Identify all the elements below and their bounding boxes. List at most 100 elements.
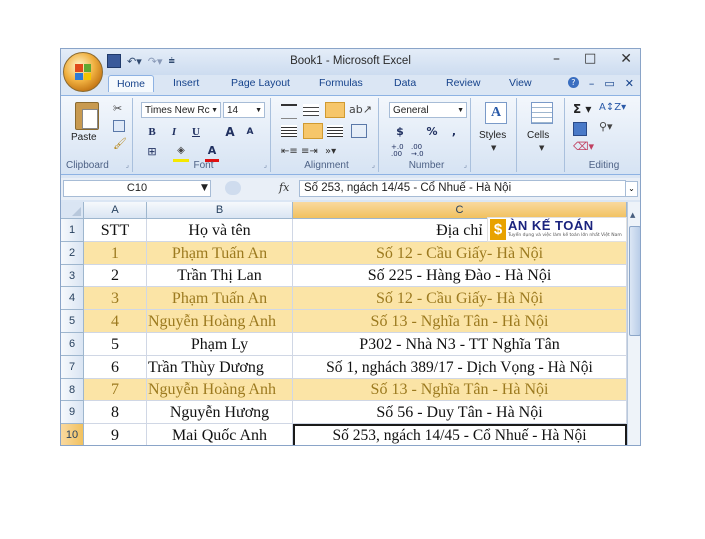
italic-button[interactable]: I	[165, 124, 183, 140]
cell-A8[interactable]: 7	[84, 379, 147, 401]
row-header[interactable]: 1	[61, 219, 84, 242]
orientation-icon[interactable]: ab↗	[349, 103, 372, 116]
row-header[interactable]: 10	[61, 424, 84, 445]
chevron-down-icon[interactable]: ▼	[201, 183, 208, 193]
scroll-up-icon[interactable]: ▲	[630, 211, 635, 219]
column-header-b[interactable]: B	[147, 202, 293, 219]
maximize-button[interactable]: □	[584, 51, 596, 67]
cell-B7[interactable]: Trần Thùy Dương	[147, 356, 293, 379]
cell-C6[interactable]: P302 - Nhà N3 - TT Nghĩa Tân	[293, 333, 627, 356]
row-header[interactable]: 5	[61, 310, 84, 333]
select-all-button[interactable]	[61, 202, 84, 219]
ribbon-minimize-icon[interactable]: –	[589, 77, 595, 90]
vertical-scrollbar[interactable]: ▲	[627, 202, 640, 445]
formula-input[interactable]: Số 253, ngách 14/45 - Cổ Nhuế - Hà Nội	[299, 180, 626, 197]
ribbon-close-icon[interactable]: ✕	[625, 77, 634, 90]
row-header[interactable]: 7	[61, 356, 84, 379]
cell-C8[interactable]: Số 13 - Nghĩa Tân - Hà Nội	[293, 379, 627, 401]
cell-A7[interactable]: 6	[84, 356, 147, 379]
merge-icon[interactable]	[351, 124, 367, 138]
cell-A10[interactable]: 9	[84, 424, 147, 445]
cell-C2[interactable]: Số 12 - Cầu Giấy- Hà Nội	[293, 242, 627, 265]
number-launcher-icon[interactable]: ⌟	[464, 161, 467, 169]
cell-B2[interactable]: Phạm Tuấn An	[147, 242, 293, 265]
cell-C10[interactable]: Số 253, ngách 14/45 - Cổ Nhuế - Hà Nội	[293, 424, 627, 445]
align-left-icon[interactable]	[281, 125, 297, 137]
decrease-indent-icon[interactable]: ⇤≡	[281, 146, 298, 157]
cell-A3[interactable]: 2	[84, 265, 147, 287]
autosum-icon[interactable]: Σ ▾	[573, 102, 591, 116]
insert-function-button[interactable]: fx	[279, 181, 289, 194]
cell-A5[interactable]: 4	[84, 310, 147, 333]
cell-B3[interactable]: Trần Thị Lan	[147, 265, 293, 287]
cell-B8[interactable]: Nguyễn Hoàng Anh	[147, 379, 293, 401]
decrease-decimal-icon[interactable]: .00 →.0	[411, 144, 424, 158]
cell-C9[interactable]: Số 56 - Duy Tân - Hà Nội	[293, 401, 627, 424]
cell-C4[interactable]: Số 12 - Cầu Giấy- Hà Nội	[293, 287, 627, 310]
font-size-select[interactable]: 14 ▼	[223, 102, 265, 118]
align-right-icon[interactable]	[327, 125, 343, 137]
increase-decimal-icon[interactable]: +.0.00	[391, 144, 404, 158]
close-button[interactable]: ✕	[620, 51, 632, 67]
row-header[interactable]: 6	[61, 333, 84, 356]
currency-button[interactable]: $	[391, 124, 409, 140]
office-button[interactable]	[63, 52, 103, 92]
row-header[interactable]: 8	[61, 379, 84, 401]
number-format-select[interactable]: General ▼	[389, 102, 467, 118]
percent-button[interactable]: %	[423, 124, 441, 140]
alignment-launcher-icon[interactable]: ⌟	[372, 161, 375, 169]
cell-C5[interactable]: Số 13 - Nghĩa Tân - Hà Nội	[293, 310, 627, 333]
cell-B6[interactable]: Phạm Ly	[147, 333, 293, 356]
cut-icon[interactable]: ✂	[113, 102, 122, 115]
cell-A1[interactable]: STT	[84, 219, 147, 242]
cell-B5[interactable]: Nguyễn Hoàng Anh	[147, 310, 293, 333]
clipboard-launcher-icon[interactable]: ⌟	[126, 161, 129, 169]
find-select-icon[interactable]: ⚲▾	[599, 120, 613, 133]
bold-button[interactable]: B	[143, 124, 161, 140]
expand-formula-icon[interactable]: ⌄	[625, 181, 638, 197]
underline-button[interactable]: U	[187, 124, 205, 140]
row-header[interactable]: 2	[61, 242, 84, 265]
wrap-text-icon[interactable]: »▾	[325, 146, 336, 157]
font-family-select[interactable]: Times New Rc ▼	[141, 102, 221, 118]
cell-B1[interactable]: Họ và tên	[147, 219, 293, 242]
copy-icon[interactable]	[113, 120, 125, 132]
align-middle-icon[interactable]	[303, 104, 319, 116]
grow-font-button[interactable]: A	[221, 124, 239, 140]
help-icon[interactable]: ?	[567, 77, 579, 88]
increase-indent-icon[interactable]: ≡⇥	[301, 146, 318, 157]
clear-icon[interactable]: ⌫▾	[573, 140, 594, 153]
format-painter-icon[interactable]: 🖌	[113, 137, 127, 150]
font-launcher-icon[interactable]: ⌟	[264, 161, 267, 169]
align-top-icon[interactable]	[281, 104, 297, 119]
cell-C3[interactable]: Số 225 - Hàng Đào - Hà Nội	[293, 265, 627, 287]
cells-icon[interactable]	[531, 102, 553, 124]
fill-icon[interactable]	[573, 122, 587, 136]
cell-B10[interactable]: Mai Quốc Anh	[147, 424, 293, 445]
cell-B9[interactable]: Nguyễn Hương	[147, 401, 293, 424]
tab-review[interactable]: Review	[446, 77, 480, 89]
cell-A6[interactable]: 5	[84, 333, 147, 356]
styles-icon[interactable]: A	[485, 102, 507, 124]
shrink-font-button[interactable]: A	[241, 124, 259, 140]
row-header[interactable]: 3	[61, 265, 84, 287]
tab-data[interactable]: Data	[394, 77, 416, 89]
sort-filter-icon[interactable]: A↕Z▾	[599, 102, 626, 113]
row-header[interactable]: 9	[61, 401, 84, 424]
tab-insert[interactable]: Insert	[173, 77, 199, 89]
cells-button[interactable]: Cells	[527, 130, 549, 141]
tab-home[interactable]: Home	[108, 75, 155, 92]
paste-button[interactable]: Paste	[71, 132, 97, 143]
cell-B4[interactable]: Phạm Tuấn An	[147, 287, 293, 310]
cell-A9[interactable]: 8	[84, 401, 147, 424]
cell-A4[interactable]: 3	[84, 287, 147, 310]
row-header[interactable]: 4	[61, 287, 84, 310]
paste-icon[interactable]	[75, 102, 99, 130]
align-bottom-icon[interactable]	[325, 102, 345, 118]
ribbon-restore-icon[interactable]: ▭	[604, 77, 614, 90]
minimize-button[interactable]: –	[553, 51, 560, 67]
name-box[interactable]: C10	[63, 180, 211, 197]
borders-icon[interactable]: ⊞	[143, 144, 161, 160]
tab-view[interactable]: View	[509, 77, 532, 89]
scroll-thumb[interactable]	[629, 226, 640, 336]
